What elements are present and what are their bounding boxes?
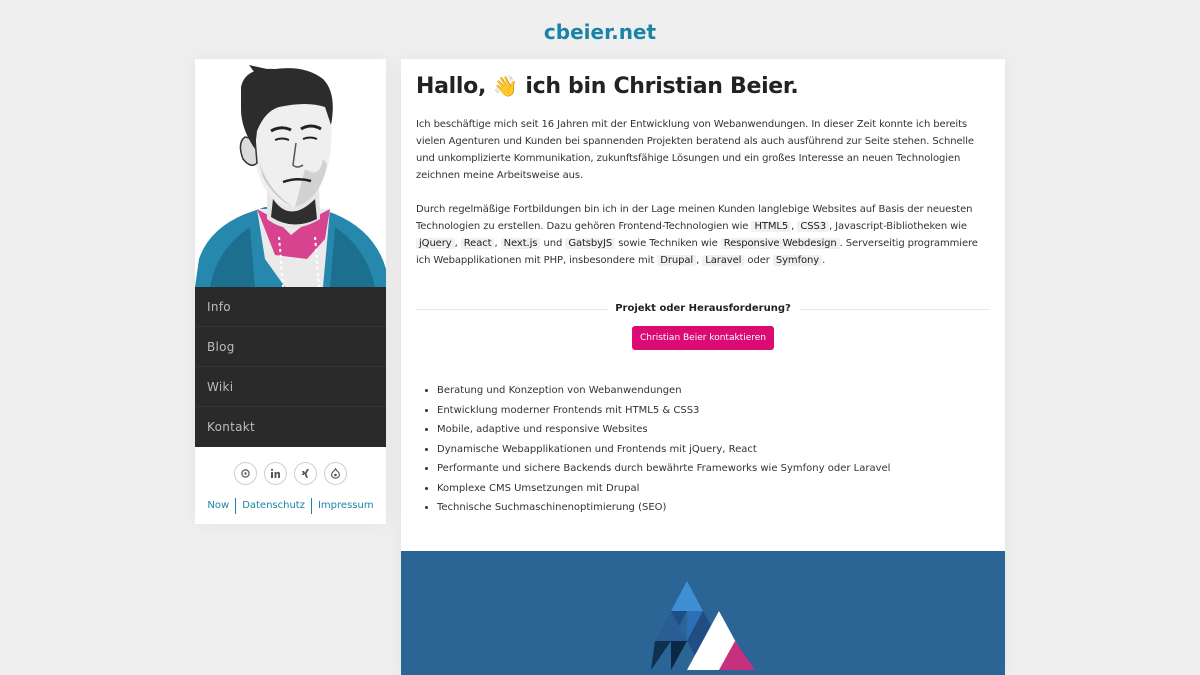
- link-datenschutz[interactable]: Datenschutz: [236, 498, 312, 514]
- contact-cta: Projekt oder Herausforderung? Christian …: [416, 302, 990, 350]
- text: , Javascript-Bibliotheken wie: [828, 221, 967, 232]
- tag-symfony: Symfony: [772, 255, 823, 266]
- tag-gatsbyjs: GatsbyJS: [565, 238, 616, 249]
- logo: [651, 581, 755, 673]
- text: .: [822, 255, 826, 266]
- site-title[interactable]: cbeier.net: [0, 20, 1200, 44]
- text: oder: [747, 255, 770, 266]
- list-item: Entwicklung moderner Frontends mit HTML5…: [437, 401, 990, 421]
- mastodon-icon[interactable]: [234, 462, 257, 485]
- xing-icon[interactable]: [294, 462, 317, 485]
- list-item: Dynamische Webapplikationen und Frontend…: [437, 440, 990, 460]
- tag-html5: HTML5: [751, 221, 792, 232]
- text: und: [543, 238, 563, 249]
- title-name: ich bin Christian Beier.: [525, 74, 799, 99]
- link-impressum[interactable]: Impressum: [312, 498, 380, 514]
- main-nav: Info Blog Wiki Kontakt: [195, 287, 386, 447]
- list-item: Beratung und Konzeption von Webanwendung…: [437, 381, 990, 401]
- list-item: Mobile, adaptive und responsive Websites: [437, 420, 990, 440]
- tag-css3: CSS3: [797, 221, 829, 232]
- avatar: [195, 59, 386, 287]
- intro-paragraph: Ich beschäftige mich seit 16 Jahren mit …: [416, 119, 974, 181]
- tag-responsive-webdesign: Responsive Webdesign: [720, 238, 840, 249]
- list-item: Komplexe CMS Umsetzungen mit Drupal: [437, 479, 990, 499]
- link-now[interactable]: Now: [201, 498, 237, 514]
- footer-band: [401, 551, 1005, 675]
- services-list: Beratung und Konzeption von Webanwendung…: [416, 381, 990, 518]
- main-content: Hallo, 👋 ich bin Christian Beier. Ich be…: [401, 59, 1005, 675]
- tech-paragraph: Durch regelmäßige Fortbildungen bin ich …: [416, 204, 978, 266]
- cta-title: Projekt oder Herausforderung?: [607, 302, 799, 316]
- text: sowie Techniken wie: [618, 238, 718, 249]
- tag-laravel: Laravel: [702, 255, 745, 266]
- nav-item-blog[interactable]: Blog: [195, 327, 386, 367]
- page-title: Hallo, 👋 ich bin Christian Beier.: [416, 71, 990, 102]
- drupal-icon[interactable]: [324, 462, 347, 485]
- sidebar: Info Blog Wiki Kontakt Now Datenschutz I…: [195, 59, 386, 524]
- title-greeting: Hallo,: [416, 74, 487, 99]
- nav-item-wiki[interactable]: Wiki: [195, 367, 386, 407]
- linkedin-icon[interactable]: [264, 462, 287, 485]
- social-links: [195, 462, 386, 485]
- list-item: Performante und sichere Backends durch b…: [437, 459, 990, 479]
- footer-links: Now Datenschutz Impressum: [195, 498, 386, 514]
- list-item: Technische Suchmaschinenoptimierung (SEO…: [437, 498, 990, 518]
- waving-hand-icon: 👋: [493, 74, 518, 98]
- tag-nextjs: Next.js: [500, 238, 541, 249]
- tag-drupal: Drupal: [657, 255, 697, 266]
- contact-button[interactable]: Christian Beier kontaktieren: [632, 326, 774, 350]
- nav-item-info[interactable]: Info: [195, 287, 386, 327]
- tag-react: React: [460, 238, 495, 249]
- tag-jquery: jQuery: [416, 238, 455, 249]
- nav-item-kontakt[interactable]: Kontakt: [195, 407, 386, 447]
